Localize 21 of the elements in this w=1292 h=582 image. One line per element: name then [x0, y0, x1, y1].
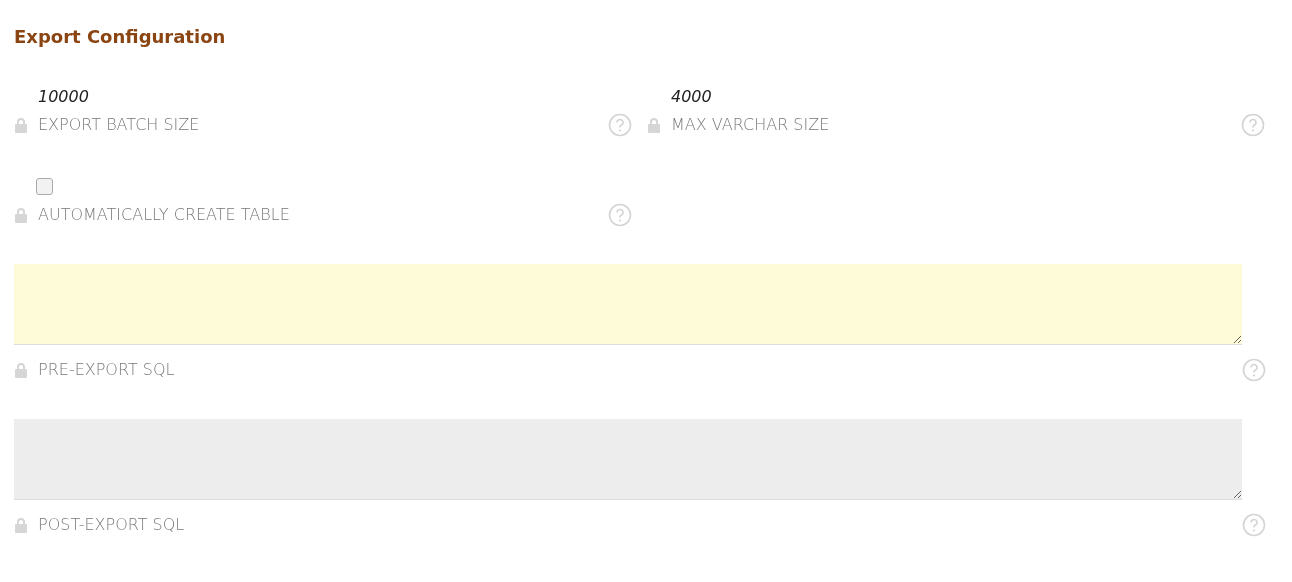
field-label: POST-EXPORT SQL [38, 513, 186, 536]
section-title: Export Configuration [14, 26, 227, 48]
help-icon[interactable] [608, 202, 632, 227]
help-icon[interactable] [1241, 112, 1265, 137]
field-value[interactable]: 10000 [38, 86, 89, 106]
sql-textarea[interactable] [14, 418, 1242, 500]
field-label: PRE-EXPORT SQL [38, 358, 176, 381]
checkbox[interactable] [36, 178, 53, 196]
help-icon[interactable] [608, 112, 632, 137]
lock-icon [14, 361, 28, 378]
lock-icon [14, 206, 28, 223]
sql-textarea[interactable] [14, 263, 1242, 345]
field-label: MAX VARCHAR SIZE [671, 113, 831, 136]
lock-icon [14, 516, 28, 533]
field-label: EXPORT BATCH SIZE [38, 113, 201, 136]
lock-icon [647, 116, 661, 133]
help-icon[interactable] [1242, 512, 1266, 537]
field-value[interactable]: 4000 [671, 86, 712, 106]
field-label: AUTOMATICALLY CREATE TABLE [38, 203, 291, 226]
lock-icon [14, 116, 28, 133]
help-icon[interactable] [1242, 357, 1266, 382]
